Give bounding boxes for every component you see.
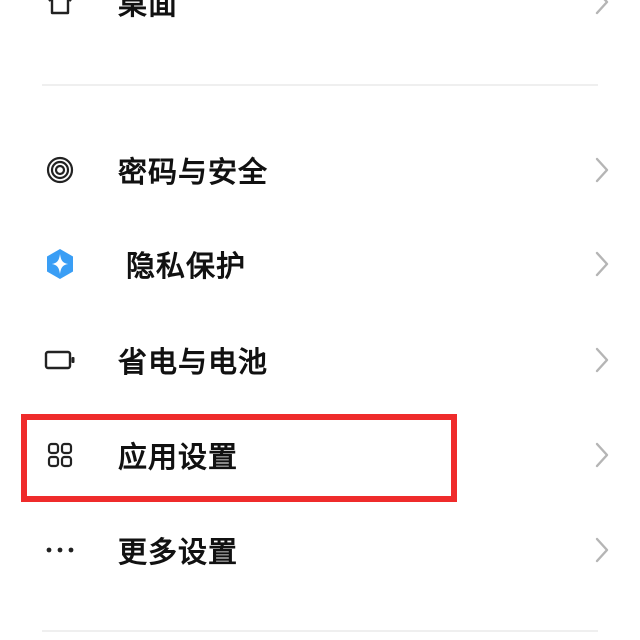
- settings-item-desktop[interactable]: 桌面: [0, 0, 640, 40]
- section-divider: [42, 84, 598, 86]
- settings-item-label: 密码与安全: [118, 155, 269, 189]
- privacy-shield-icon: [40, 244, 80, 284]
- settings-item-label: 隐私保护: [126, 249, 247, 283]
- battery-icon: [40, 340, 80, 380]
- settings-item-privacy[interactable]: 隐私保护: [0, 226, 640, 302]
- chevron-right-icon: [595, 347, 609, 373]
- chevron-right-icon: [595, 0, 609, 15]
- section-divider: [42, 630, 598, 632]
- settings-item-label: 更多设置: [118, 535, 239, 569]
- more-dots-icon: [40, 530, 80, 570]
- settings-item-label: 桌面: [118, 0, 179, 21]
- settings-screen: 桌面 密码与安全 隐私保护 省电与电池 应用设置 更多设置: [0, 0, 640, 640]
- settings-item-label: 省电与电池: [118, 345, 269, 379]
- settings-item-more-settings[interactable]: 更多设置: [0, 512, 640, 588]
- settings-item-password-security[interactable]: 密码与安全: [0, 132, 640, 208]
- highlight-annotation-box: [21, 414, 457, 502]
- chevron-right-icon: [595, 537, 609, 563]
- chevron-right-icon: [595, 442, 609, 468]
- chevron-right-icon: [595, 157, 609, 183]
- settings-item-battery[interactable]: 省电与电池: [0, 322, 640, 398]
- fingerprint-icon: [40, 150, 80, 190]
- home-icon: [40, 0, 80, 22]
- chevron-right-icon: [595, 251, 609, 277]
